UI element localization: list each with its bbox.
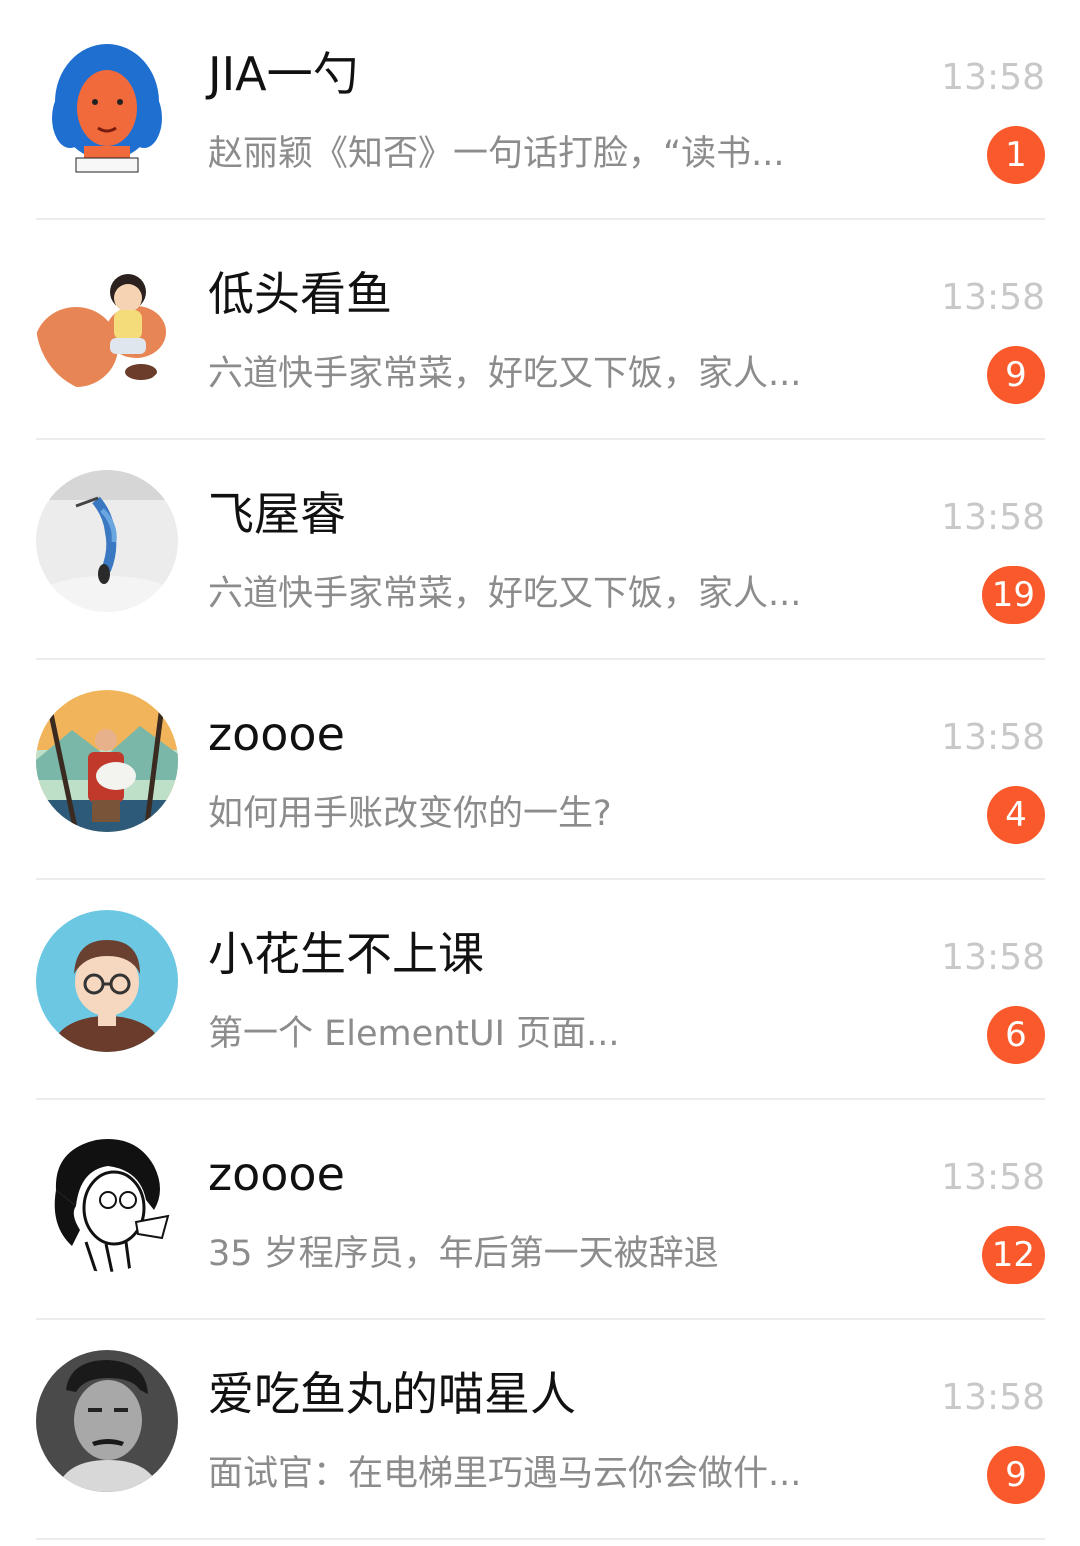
message-preview: 35 岁程序员，年后第一天被辞退: [208, 1234, 719, 1274]
conversation-list: JIA一勺 13:58 赵丽颖《知否》一句话打脸，“读书... 1 低头看鱼 1…: [0, 0, 1080, 1546]
message-time: 13:58: [941, 1157, 1045, 1198]
contact-name: JIA一勺: [208, 47, 359, 101]
unread-badge: 19: [981, 566, 1045, 624]
cartoon-girl-blue-hair-avatar: [36, 40, 178, 182]
message-preview: 第一个 ElementUI 页面...: [208, 1014, 620, 1054]
contact-name: zoooe: [208, 707, 345, 761]
avatar[interactable]: [36, 910, 178, 1052]
avatar[interactable]: [36, 690, 178, 832]
avatar[interactable]: [36, 1130, 178, 1272]
conversation-item[interactable]: zoooe 13:58 35 岁程序员，年后第一天被辞退 12: [36, 1100, 1045, 1320]
unread-badge: 12: [981, 1226, 1045, 1284]
conversation-item[interactable]: 飞屋睿 13:58 六道快手家常菜，好吃又下饭，家人... 19: [36, 440, 1045, 660]
contact-name: 飞屋睿: [208, 487, 346, 541]
message-time: 13:58: [941, 497, 1045, 538]
unread-badge: 1: [987, 126, 1045, 184]
conversation-item[interactable]: JIA一勺 13:58 赵丽颖《知否》一句话打脸，“读书... 1: [36, 0, 1045, 220]
boy-with-glasses-avatar: [36, 910, 178, 1052]
girl-riding-squirrel-avatar: [36, 252, 178, 394]
unread-badge: 9: [987, 1446, 1045, 1504]
message-preview: 如何用手账改变你的一生?: [208, 794, 612, 834]
avatar[interactable]: [36, 1350, 178, 1492]
message-time: 13:58: [941, 277, 1045, 318]
unread-badge: 6: [987, 1006, 1045, 1064]
contact-name: 小花生不上课: [208, 927, 484, 981]
conversation-item[interactable]: zoooe 13:58 如何用手账改变你的一生? 4: [36, 660, 1045, 880]
avatar[interactable]: [36, 470, 178, 612]
avatar[interactable]: [36, 252, 178, 394]
avatar[interactable]: [36, 40, 178, 182]
man-holding-sheep-avatar: [36, 690, 178, 832]
unread-badge: 4: [987, 786, 1045, 844]
message-time: 13:58: [941, 937, 1045, 978]
message-preview: 赵丽颖《知否》一句话打脸，“读书...: [208, 134, 785, 174]
bird-sketch-avatar: [36, 470, 178, 612]
conversation-item[interactable]: 低头看鱼 13:58 六道快手家常菜，好吃又下饭，家人... 9: [36, 220, 1045, 440]
portrait-photo-avatar: [36, 1350, 178, 1492]
message-time: 13:58: [941, 1377, 1045, 1418]
unread-badge: 9: [987, 346, 1045, 404]
contact-name: zoooe: [208, 1147, 345, 1201]
contact-name: 低头看鱼: [208, 267, 392, 321]
message-preview: 面试官：在电梯里巧遇马云你会做什...: [208, 1454, 802, 1494]
message-time: 13:58: [941, 717, 1045, 758]
message-preview: 六道快手家常菜，好吃又下饭，家人...: [208, 354, 802, 394]
conversation-item[interactable]: 小花生不上课 13:58 第一个 ElementUI 页面... 6: [36, 880, 1045, 1100]
message-preview: 六道快手家常菜，好吃又下饭，家人...: [208, 574, 802, 614]
contact-name: 爱吃鱼丸的喵星人: [208, 1367, 576, 1421]
message-time: 13:58: [941, 57, 1045, 98]
conversation-item[interactable]: 爱吃鱼丸的喵星人 13:58 面试官：在电梯里巧遇马云你会做什... 9: [36, 1320, 1045, 1540]
curly-hair-sketch-avatar: [36, 1130, 178, 1272]
